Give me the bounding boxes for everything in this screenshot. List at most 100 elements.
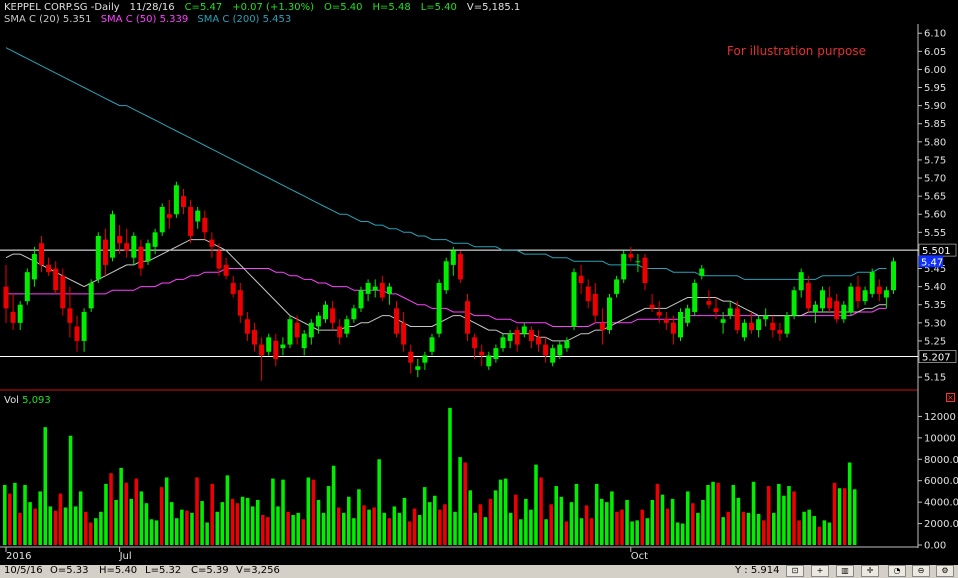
- zoom-fit-icon[interactable]: ⊡: [786, 565, 804, 577]
- volume-bar: [225, 475, 230, 545]
- volume-bar: [180, 509, 184, 545]
- candle-body: [166, 214, 172, 218]
- candle-body: [855, 286, 861, 302]
- volume-bar: [751, 481, 756, 545]
- candle-body: [173, 185, 179, 215]
- candle-body: [74, 326, 80, 341]
- candle-body: [528, 330, 534, 341]
- volume-bar: [599, 498, 604, 545]
- zoom-out-icon[interactable]: ◔: [888, 565, 906, 577]
- volume-bar: [134, 478, 139, 545]
- volume-bar: [519, 519, 523, 545]
- chart-type-icon[interactable]: ▥: [836, 565, 854, 577]
- volume-bar: [281, 479, 285, 545]
- volume-bar: [478, 504, 483, 545]
- candle-body: [812, 304, 818, 312]
- volume-bar: [417, 515, 422, 545]
- volume-tick-label: 6000.0: [924, 476, 958, 487]
- volume-bar: [316, 500, 321, 545]
- volume-bar: [508, 512, 513, 545]
- price-volume-chart[interactable]: 5.155.205.255.305.355.405.455.505.555.60…: [0, 0, 958, 565]
- candle-body: [628, 254, 634, 258]
- volume-bar: [73, 506, 78, 545]
- candle-body: [727, 308, 733, 316]
- candle-body: [53, 268, 59, 291]
- settings-icon[interactable]: ⚙: [936, 565, 954, 577]
- volume-bar: [28, 502, 32, 545]
- volume-legend: Vol 5,093: [4, 395, 51, 406]
- candle-body: [663, 319, 669, 323]
- volume-bar: [336, 507, 341, 545]
- volume-bar: [584, 505, 589, 545]
- volume-bar: [650, 500, 655, 545]
- x-tick-label: 2016: [6, 551, 31, 562]
- candle-body: [95, 235, 101, 280]
- candle-body: [770, 322, 776, 331]
- volume-bar: [387, 518, 392, 545]
- candle-body: [621, 254, 627, 280]
- candle-body: [692, 283, 698, 312]
- candle-body: [656, 311, 662, 316]
- volume-bar: [802, 511, 806, 545]
- volume-bar: [645, 518, 650, 545]
- candle-body: [507, 333, 513, 341]
- candle-body: [351, 308, 357, 320]
- volume-bar: [347, 496, 351, 545]
- volume-tick-label: 0.00: [924, 541, 946, 552]
- candle-body: [521, 326, 527, 334]
- status-high: H=5.40: [99, 565, 138, 576]
- volume-bar: [331, 465, 336, 545]
- volume-bar: [640, 509, 645, 545]
- candle-body: [841, 304, 847, 320]
- candle-body: [472, 337, 478, 349]
- volume-bar: [266, 517, 270, 545]
- price-tick-label: 6.05: [924, 47, 946, 58]
- candle-body: [237, 290, 243, 316]
- volume-bar: [625, 500, 629, 545]
- volume-bar: [847, 462, 852, 545]
- volume-bar: [438, 509, 442, 545]
- volume-bar: [827, 522, 832, 545]
- candle-body: [557, 344, 563, 356]
- x-tick-label: Jul: [119, 551, 132, 562]
- volume-bar: [605, 502, 609, 545]
- status-date: 10/5/16: [4, 565, 43, 576]
- volume-bar: [205, 522, 209, 545]
- price-tick-label: 5.70: [924, 174, 946, 185]
- candle-body: [891, 261, 896, 291]
- candle-body: [820, 290, 825, 309]
- candle-body: [252, 330, 257, 345]
- price-tick-label: 5.40: [924, 282, 946, 293]
- pan-icon[interactable]: ⊖: [912, 565, 930, 577]
- candle-body: [287, 319, 293, 345]
- candle-body: [564, 340, 570, 349]
- volume-bar: [812, 516, 817, 545]
- candle-body: [110, 214, 115, 258]
- status-close: C=5.39: [191, 565, 229, 576]
- candle-body: [337, 326, 343, 338]
- volume-bar: [175, 518, 179, 545]
- close-panel-icon[interactable]: ×: [946, 393, 955, 402]
- volume-bar: [261, 515, 265, 545]
- volume-bar: [397, 512, 402, 545]
- volume-bar: [756, 513, 761, 545]
- candle-body: [39, 243, 44, 265]
- volume-bar: [240, 496, 245, 545]
- volume-bar: [529, 509, 533, 545]
- candle-body: [223, 264, 229, 276]
- volume-bar: [139, 491, 144, 545]
- candle-body: [798, 272, 804, 291]
- volume-tick-label: 8000.0: [924, 455, 958, 466]
- volume-bar: [306, 477, 311, 545]
- x-tick-label: Oct: [631, 551, 648, 562]
- zoom-in-icon[interactable]: +: [811, 565, 829, 577]
- crosshair-icon[interactable]: ✛: [861, 565, 879, 577]
- volume-bar: [493, 490, 498, 545]
- candle-body: [493, 348, 499, 360]
- candle-body: [791, 290, 797, 316]
- candle-body: [301, 333, 307, 349]
- volume-bar: [13, 482, 17, 545]
- price-tick-label: 6.00: [924, 65, 946, 76]
- candle-body: [699, 268, 705, 276]
- volume-bar: [119, 467, 123, 545]
